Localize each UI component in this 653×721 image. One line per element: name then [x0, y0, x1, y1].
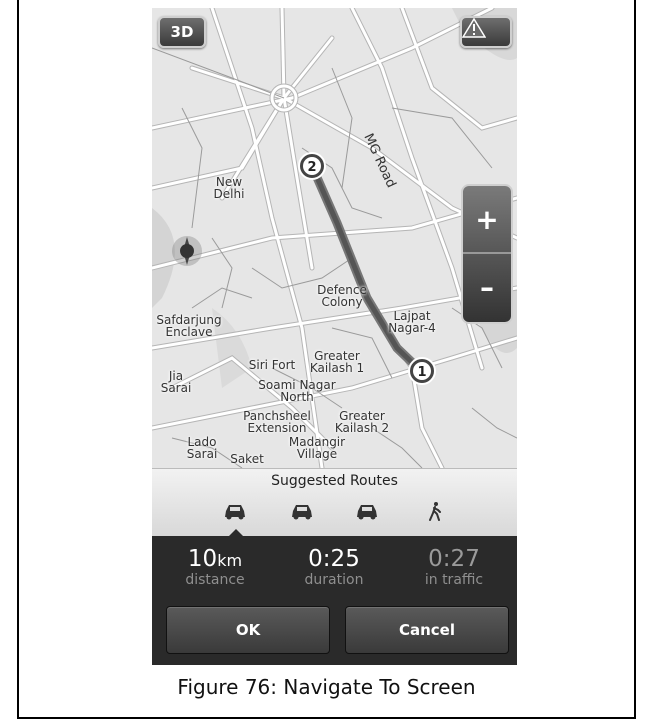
place-label: Lado Sarai [186, 435, 218, 461]
distance-unit: km [217, 551, 243, 570]
car-icon [357, 505, 377, 520]
place-label: Greater Kailash 2 [334, 409, 390, 435]
duration-label: duration [304, 572, 364, 588]
place-label: Lajpat Nagar-4 [388, 309, 436, 335]
place-label: New Delhi [213, 175, 245, 201]
navigate-to-screen: 2 1 MG Road New Delhi Defence Colony Laj… [152, 8, 517, 665]
3d-toggle-button[interactable]: 3D [158, 16, 206, 48]
ok-button[interactable]: OK [166, 606, 330, 654]
waypoint-2-marker[interactable]: 2 [298, 152, 326, 180]
cancel-button[interactable]: Cancel [345, 606, 509, 654]
route-option-walk[interactable] [420, 499, 450, 523]
traffic-label: in traffic [424, 572, 484, 588]
traffic-stat: 0:27 in traffic [394, 546, 514, 588]
place-label: Jia Sarai [160, 369, 192, 395]
place-label: Saket [230, 452, 264, 466]
place-label: Panchsheel Extension [243, 409, 311, 435]
place-label: Defence Colony [317, 283, 367, 309]
zoom-out-button[interactable]: – [463, 254, 511, 320]
route-info-panel: 10km distance 0:25 duration 0:27 in traf… [152, 536, 517, 665]
place-label: Madangir Village [288, 435, 346, 461]
duration-value: 0:25 [308, 546, 360, 572]
waypoint-2-label: 2 [307, 160, 316, 175]
suggested-routes-bar: Suggested Routes [152, 468, 517, 537]
map-view[interactable]: 2 1 MG Road New Delhi Defence Colony Laj… [152, 8, 517, 468]
compass-icon[interactable] [170, 234, 204, 268]
figure-caption: Figure 76: Navigate To Screen [177, 675, 476, 699]
waypoint-1-label: 1 [417, 365, 426, 380]
suggested-routes-title: Suggested Routes [271, 473, 398, 489]
zoom-control: + – [461, 184, 513, 324]
route-option-car-1[interactable] [220, 499, 250, 523]
distance-label: distance [185, 572, 245, 588]
route-option-car-3[interactable] [352, 499, 382, 523]
duration-stat: 0:25 duration [274, 546, 394, 588]
warning-button[interactable] [460, 16, 512, 48]
zoom-in-button[interactable]: + [463, 186, 511, 252]
place-label: Siri Fort [248, 358, 296, 372]
waypoint-1-marker[interactable]: 1 [408, 357, 436, 385]
warning-icon [462, 18, 486, 38]
distance-value: 10 [187, 546, 218, 572]
distance-stat: 10km distance [155, 546, 275, 588]
car-icon [292, 505, 312, 520]
place-label: Soami Nagar North [258, 378, 336, 404]
traffic-value: 0:27 [428, 546, 480, 572]
route-option-car-2[interactable] [287, 499, 317, 523]
car-icon [225, 505, 245, 520]
place-label: Safdarjung Enclave [156, 313, 222, 339]
walk-icon [429, 502, 441, 521]
place-label: Greater Kailash 1 [309, 349, 365, 375]
